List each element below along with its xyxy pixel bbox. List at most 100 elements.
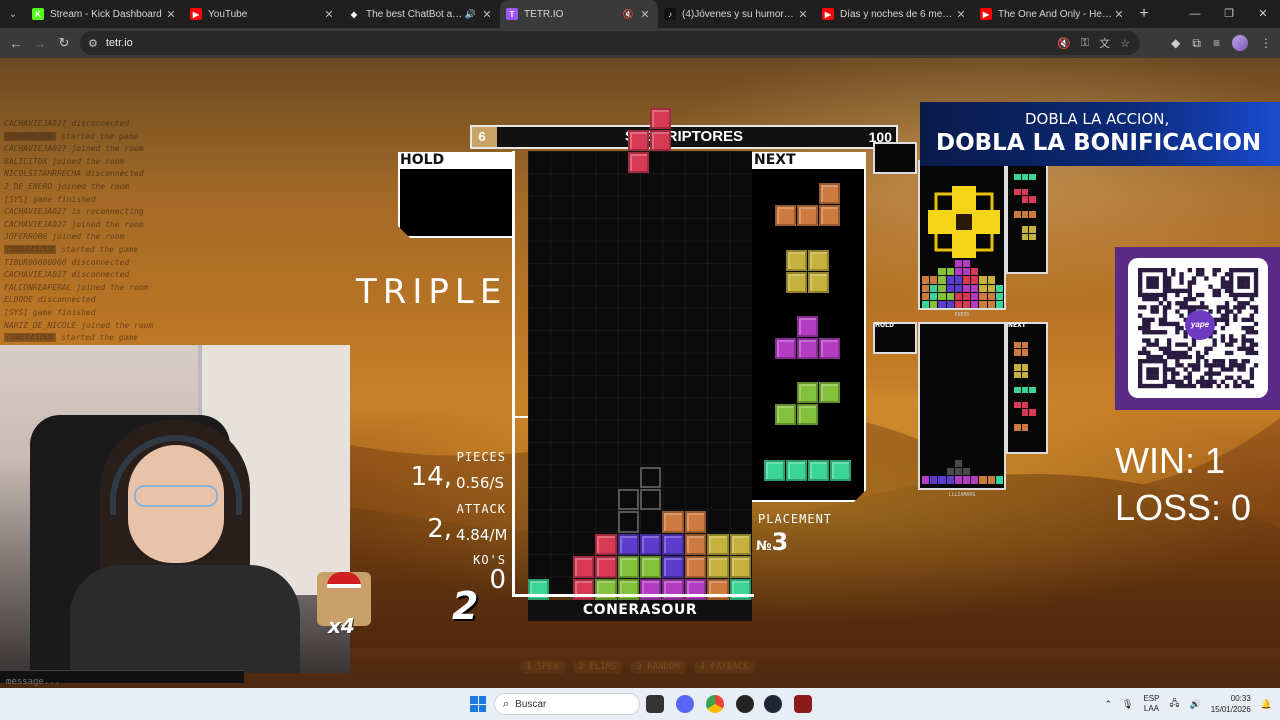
- qr-module: [1166, 367, 1172, 372]
- strategy-option[interactable]: 3 RANDOM: [630, 660, 686, 674]
- volume-icon[interactable]: 🔊: [1190, 699, 1201, 710]
- tab-audio-icon[interactable]: 🔇: [623, 9, 634, 20]
- network-icon[interactable]: 🖧: [1169, 696, 1179, 712]
- forward-icon[interactable]: →: [28, 36, 52, 51]
- steam-icon[interactable]: [764, 695, 782, 713]
- app-icon[interactable]: [794, 695, 812, 713]
- address-bar[interactable]: ⚙ tetr.io 🔇 ⚿ 文 ☆: [80, 31, 1140, 55]
- tab-search-icon[interactable]: ⌄: [0, 0, 26, 28]
- qr-module: [1253, 321, 1259, 327]
- back-icon[interactable]: ←: [4, 36, 28, 51]
- windows-start-icon[interactable]: [470, 696, 486, 712]
- tab-close-icon[interactable]: ✕: [480, 8, 494, 21]
- qr-module: [1158, 317, 1164, 322]
- browser-tab[interactable]: ▶ The One And Only - HeatoN (C✕: [974, 0, 1132, 28]
- qr-module: [1146, 338, 1151, 343]
- chat-message-input[interactable]: [0, 676, 244, 688]
- strategy-option[interactable]: 1 SPEW: [520, 660, 565, 674]
- obs-icon[interactable]: [736, 695, 754, 713]
- bookmark-star-icon[interactable]: ☆: [1120, 37, 1130, 50]
- tab-close-icon[interactable]: ✕: [796, 8, 810, 21]
- chrome-icon[interactable]: [706, 695, 724, 713]
- opponent-mino: [971, 284, 979, 292]
- active-mino: [650, 130, 671, 151]
- clock[interactable]: 00:33 15/01/2026: [1211, 693, 1251, 715]
- next-mino: [819, 338, 840, 359]
- opponent-mino: [979, 292, 987, 300]
- qr-module: [1249, 346, 1255, 351]
- tab-close-icon[interactable]: ✕: [322, 8, 336, 21]
- browser-tab[interactable]: ♪ (4)Jóvenes y su humor en el Liv✕: [658, 0, 816, 28]
- tab-close-icon[interactable]: ✕: [638, 8, 652, 21]
- strategy-option[interactable]: 2 ELIMS: [572, 660, 623, 674]
- stack-mino: [707, 556, 729, 578]
- qr-module: [1191, 296, 1197, 302]
- new-tab-button[interactable]: +: [1132, 5, 1156, 23]
- chat-log-row: CACHAVIEJA027 joined the room: [4, 219, 204, 232]
- keyboard-layout: LAA: [1143, 704, 1160, 713]
- discord-icon[interactable]: [676, 695, 694, 713]
- chat-log-row: BALICITOX joined the room: [4, 156, 204, 169]
- close-window-button[interactable]: ✕: [1246, 0, 1280, 28]
- microphone-icon[interactable]: 🎙: [1122, 699, 1133, 710]
- restore-button[interactable]: ❐: [1212, 0, 1246, 28]
- tray-chevron-icon[interactable]: ⌃: [1104, 699, 1112, 710]
- opponent-mino: [954, 292, 962, 300]
- qr-module: [1200, 379, 1205, 385]
- qr-module: [1245, 301, 1250, 306]
- muted-site-icon[interactable]: 🔇: [1057, 37, 1071, 50]
- taskbar-search[interactable]: ⌕: [494, 693, 640, 715]
- opponent-mino: [954, 460, 962, 468]
- opponent-1-hold: [873, 142, 917, 174]
- qr-module: [1138, 280, 1143, 285]
- taskbar-search-input[interactable]: [515, 698, 616, 710]
- next-label: NEXT: [752, 152, 866, 169]
- profile-avatar[interactable]: [1232, 35, 1248, 51]
- qr-module: [1187, 292, 1192, 298]
- browser-tab[interactable]: ▶ YouTube ✕: [184, 0, 342, 28]
- extensions-puzzle-icon[interactable]: ⧉: [1192, 36, 1201, 51]
- qr-module: [1175, 342, 1180, 347]
- tab-close-icon[interactable]: ✕: [954, 8, 968, 21]
- task-view-icon[interactable]: [646, 695, 664, 713]
- language-indicator[interactable]: ESP LAA: [1143, 694, 1159, 714]
- strategy-option[interactable]: 4 PAYBACK: [693, 660, 755, 674]
- qr-module: [1237, 280, 1242, 285]
- qr-module: [1216, 309, 1221, 314]
- reload-icon[interactable]: ↻: [52, 35, 76, 51]
- qr-module: [1220, 317, 1226, 322]
- qr-module: [1162, 375, 1168, 380]
- password-key-icon[interactable]: ⚿: [1081, 37, 1089, 50]
- browser-tab[interactable]: K Stream - Kick Dashboard ✕: [26, 0, 184, 28]
- qr-module: [1195, 350, 1201, 356]
- qr-module: [1204, 346, 1209, 351]
- game-board[interactable]: [528, 151, 752, 600]
- opponent-mino: [979, 284, 987, 292]
- extension-diamond-icon[interactable]: ◆: [1171, 36, 1180, 50]
- browser-menu-icon[interactable]: ⋮: [1260, 36, 1272, 50]
- tab-close-icon[interactable]: ✕: [1112, 8, 1126, 21]
- tab-close-icon[interactable]: ✕: [164, 8, 178, 21]
- qr-module: [1249, 317, 1255, 322]
- qr-module: [1175, 350, 1180, 356]
- qr-module: [1220, 276, 1226, 281]
- tab-audio-icon[interactable]: 🔊: [465, 9, 476, 20]
- minimize-button[interactable]: —: [1178, 0, 1212, 28]
- promo-line-1: DOBLA LA ACCION,: [1025, 110, 1170, 128]
- translate-icon[interactable]: 文: [1099, 35, 1110, 51]
- notifications-icon[interactable]: 🔔: [1261, 699, 1272, 710]
- tab-title: Días y noches de 6 meses - You: [840, 8, 954, 20]
- qr-module: [1249, 371, 1255, 376]
- site-info-icon[interactable]: ⚙: [88, 37, 98, 50]
- reading-list-icon[interactable]: ≡: [1213, 36, 1220, 50]
- qr-module: [1138, 292, 1143, 298]
- browser-tab[interactable]: ◆ The best ChatBot and Widg🔊 ✕: [342, 0, 500, 28]
- browser-tab[interactable]: T TETR.IO 🔇 ✕: [500, 0, 658, 28]
- url-text[interactable]: tetr.io: [106, 37, 133, 49]
- qr-module: [1237, 268, 1242, 273]
- qr-module: [1187, 371, 1192, 376]
- qr-module: [1166, 342, 1172, 347]
- qr-module: [1200, 375, 1205, 380]
- browser-tab[interactable]: ▶ Días y noches de 6 meses - You✕: [816, 0, 974, 28]
- opponent-mino: [922, 292, 930, 300]
